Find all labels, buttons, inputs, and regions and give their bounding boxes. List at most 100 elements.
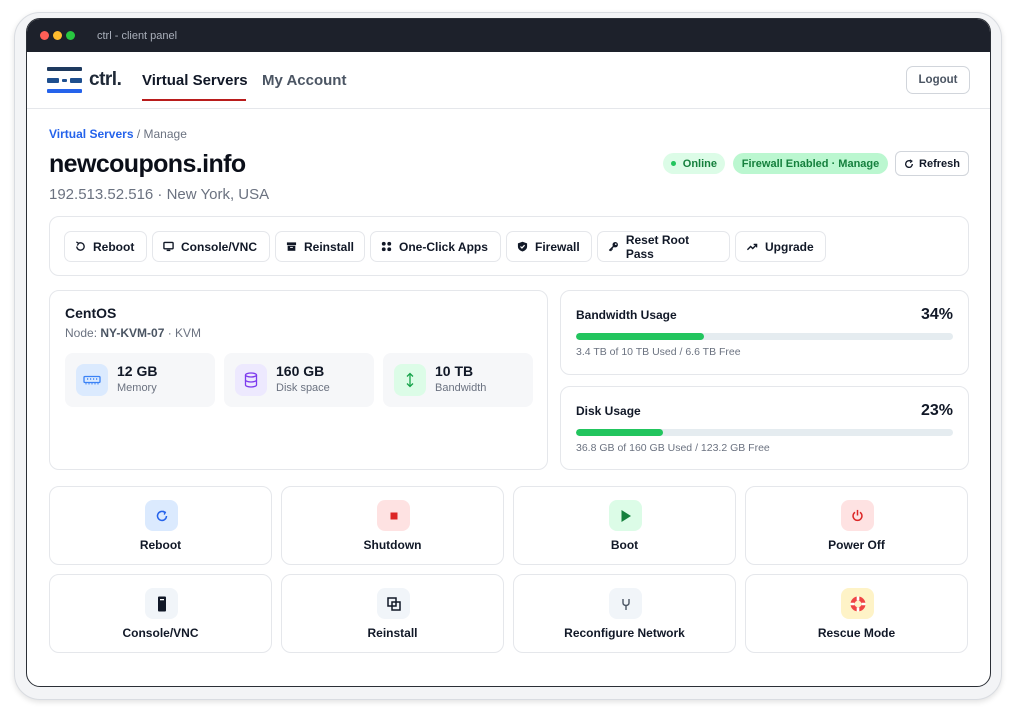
monitor-icon (163, 241, 174, 252)
action-shutdown-button[interactable]: Shutdown (281, 486, 504, 565)
spec-disk: 160 GB Disk space (224, 353, 374, 407)
bandwidth-usage-title: Bandwidth Usage (576, 308, 677, 322)
action-reboot-label: Reboot (139, 538, 182, 552)
toolbar-firewall-label: Firewall (535, 239, 580, 254)
power-icon (841, 500, 874, 531)
key-icon (608, 241, 618, 252)
reboot-icon (145, 500, 178, 531)
bandwidth-progress-fill (576, 333, 705, 340)
quick-actions-toolbar: Reboot Console/VNC Reinstall One-Click A… (49, 216, 969, 276)
node-name: NY-KVM-07 (100, 326, 165, 340)
node-info: Node: NY-KVM-07 · KVM (65, 326, 201, 340)
action-reinstall-label: Reinstall (367, 626, 418, 640)
logo[interactable]: ctrl. (47, 67, 122, 93)
bandwidth-progress-track (576, 333, 953, 340)
maximize-window-button[interactable] (66, 31, 75, 40)
toolbar-apps-label: One-Click Apps (399, 239, 488, 254)
trend-up-icon (746, 243, 758, 251)
breadcrumb: Virtual Servers / Manage (49, 127, 187, 141)
status-dot-icon (671, 161, 676, 166)
stop-icon (377, 500, 410, 531)
logo-mark-icon (47, 67, 82, 93)
action-rescue-mode-button[interactable]: Rescue Mode (745, 574, 968, 653)
play-icon (609, 500, 642, 531)
action-reboot-button[interactable]: Reboot (49, 486, 272, 565)
toolbar-upgrade-button[interactable]: Upgrade (735, 231, 826, 262)
nav-my-account[interactable]: My Account (262, 72, 346, 89)
spec-memory-value: 12 GB (117, 363, 158, 379)
toolbar-upgrade-label: Upgrade (765, 239, 814, 254)
arrows-vertical-icon (394, 364, 426, 396)
status-text: Online (682, 157, 717, 170)
action-console-button[interactable]: Console/VNC (49, 574, 272, 653)
action-power-off-label: Power Off (828, 538, 885, 552)
disk-usage-detail: 36.8 GB of 160 GB Used / 123.2 GB Free (576, 442, 770, 454)
close-window-button[interactable] (40, 31, 49, 40)
action-boot-button[interactable]: Boot (513, 486, 736, 565)
spec-memory: 12 GB Memory (65, 353, 215, 407)
action-shutdown-label: Shutdown (363, 538, 422, 552)
disk-usage-card: Disk Usage 23% 36.8 GB of 160 GB Used / … (560, 386, 969, 470)
console-icon (145, 588, 178, 619)
refresh-icon (905, 158, 914, 168)
spec-disk-value: 160 GB (276, 363, 325, 379)
app-window: ctrl - client panel ctrl. Virtual Server… (26, 18, 991, 687)
bandwidth-usage-detail: 3.4 TB of 10 TB Used / 6.6 TB Free (576, 346, 741, 358)
title-bar: ctrl - client panel (27, 19, 990, 52)
spec-memory-label: Memory (117, 382, 157, 394)
disk-progress-track (576, 429, 953, 436)
spec-bandwidth: 10 TB Bandwidth (383, 353, 533, 407)
toolbar-console-label: Console/VNC (181, 239, 258, 254)
toolbar-one-click-apps-button[interactable]: One-Click Apps (370, 231, 501, 262)
os-name: CentOS (65, 305, 117, 321)
refresh-button[interactable]: Refresh (895, 151, 969, 176)
action-console-label: Console/VNC (122, 626, 199, 640)
page-title: newcoupons.info (49, 150, 246, 178)
archive-icon (286, 242, 297, 251)
action-reinstall-button[interactable]: Reinstall (281, 574, 504, 653)
database-icon (235, 364, 267, 396)
spec-bandwidth-value: 10 TB (435, 363, 474, 379)
disk-progress-fill (576, 429, 663, 436)
apps-grid-icon (381, 241, 392, 252)
logout-button[interactable]: Logout (906, 66, 970, 94)
action-boot-label: Boot (610, 538, 639, 552)
reboot-icon (76, 241, 85, 251)
nav-active-underline (142, 99, 246, 101)
toolbar-reinstall-button[interactable]: Reinstall (275, 231, 365, 262)
network-icon (609, 588, 642, 619)
server-address-location: 192.513.52.516 · New York, USA (49, 186, 270, 203)
spec-disk-label: Disk space (276, 382, 330, 394)
toolbar-reboot-label: Reboot (93, 239, 135, 254)
bandwidth-usage-card: Bandwidth Usage 34% 3.4 TB of 10 TB Used… (560, 290, 969, 375)
disk-usage-percent: 23% (920, 402, 953, 419)
nav-virtual-servers[interactable]: Virtual Servers (142, 72, 248, 89)
window-title: ctrl - client panel (97, 29, 178, 42)
os-info-card: CentOS Node: NY-KVM-07 · KVM 12 GB Memor… (49, 290, 548, 470)
node-suffix: · KVM (164, 326, 202, 340)
logo-text: ctrl. (89, 69, 122, 90)
toolbar-reset-pass-label: Reset Root Pass (625, 232, 690, 261)
action-power-off-button[interactable]: Power Off (745, 486, 968, 565)
refresh-label: Refresh (919, 157, 960, 170)
reinstall-icon (377, 588, 410, 619)
spec-bandwidth-label: Bandwidth (435, 382, 487, 394)
action-reconfigure-network-button[interactable]: Reconfigure Network (513, 574, 736, 653)
firewall-badge[interactable]: Firewall Enabled · Manage (733, 153, 888, 174)
node-prefix: Node: (65, 326, 101, 340)
action-rescue-mode-label: Rescue Mode (817, 626, 896, 640)
shield-icon (517, 241, 528, 252)
breadcrumb-separator: / (133, 127, 144, 141)
toolbar-reset-root-pass-button[interactable]: Reset Root Pass (597, 231, 730, 262)
breadcrumb-link-virtual-servers[interactable]: Virtual Servers (49, 127, 134, 141)
bandwidth-usage-percent: 34% (920, 306, 953, 323)
toolbar-console-button[interactable]: Console/VNC (152, 231, 270, 262)
status-badge: Online (663, 153, 725, 174)
lifebuoy-icon (841, 588, 874, 619)
disk-usage-title: Disk Usage (576, 404, 641, 418)
toolbar-firewall-button[interactable]: Firewall (506, 231, 592, 262)
toolbar-reinstall-label: Reinstall (303, 239, 354, 254)
minimize-window-button[interactable] (53, 31, 62, 40)
toolbar-reboot-button[interactable]: Reboot (64, 231, 147, 262)
action-reconfigure-network-label: Reconfigure Network (564, 626, 685, 640)
